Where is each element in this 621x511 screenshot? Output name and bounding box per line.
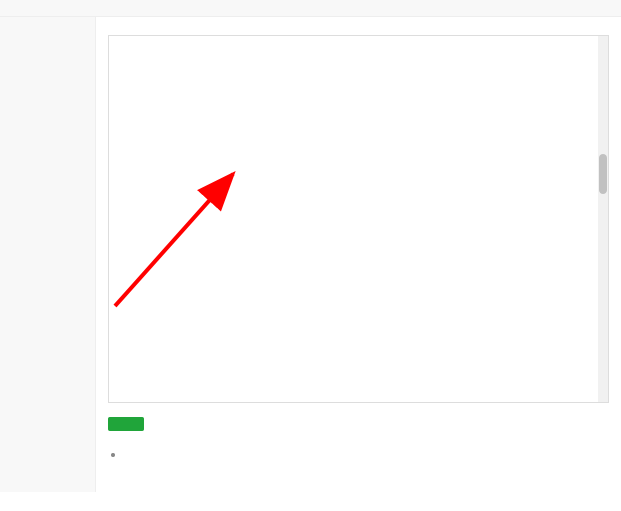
editor-container xyxy=(108,35,609,403)
sidebar xyxy=(0,17,96,492)
scrollbar-track[interactable] xyxy=(598,36,608,402)
code-editor[interactable] xyxy=(109,36,608,402)
sidebar-item-version[interactable] xyxy=(0,73,95,101)
scrollbar-thumb[interactable] xyxy=(599,154,607,194)
main-container xyxy=(0,17,621,492)
sidebar-item-service[interactable] xyxy=(0,17,95,45)
notes-list xyxy=(108,447,609,462)
save-button[interactable] xyxy=(108,417,144,431)
selection-highlight xyxy=(109,402,111,403)
sidebar-item-config[interactable] xyxy=(0,45,95,73)
main-panel xyxy=(96,17,621,492)
page-title xyxy=(0,0,621,17)
note-item xyxy=(126,447,609,462)
